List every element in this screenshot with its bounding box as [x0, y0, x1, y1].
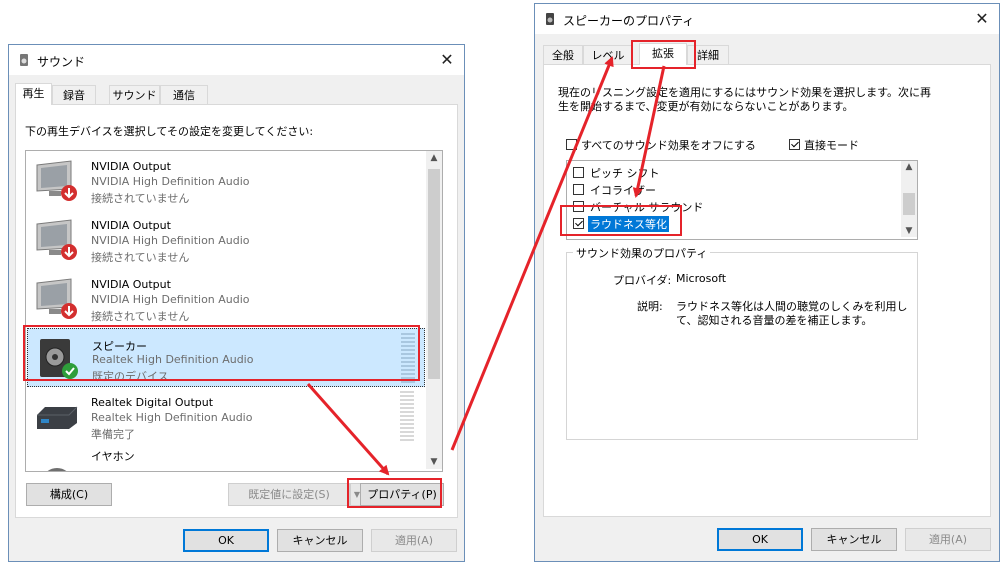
properties-button[interactable]: プロパティ(P) [360, 483, 444, 506]
tab-label: 詳細 [697, 49, 719, 62]
tab-panel: 現在のリスニング設定を適用にするにはサウンド効果を選択します。次に再 生を開始す… [543, 64, 991, 517]
scroll-up-icon[interactable]: ▲ [901, 162, 917, 172]
tab-label: 再生 [22, 87, 45, 100]
scroll-thumb[interactable] [903, 193, 915, 215]
title-bar: サウンド ✕ [9, 45, 464, 75]
scroll-down-icon[interactable]: ▼ [901, 226, 917, 236]
device-status: 接続されていません [91, 310, 190, 323]
provider-label: プロバイダ: [613, 274, 672, 287]
instruction-text: 下の再生デバイスを選択してその設定を変更してください: [25, 125, 314, 138]
configure-button[interactable]: 構成(C) [26, 483, 112, 506]
cancel-button[interactable]: キャンセル [277, 529, 363, 552]
scroll-thumb[interactable] [428, 169, 440, 379]
ok-button[interactable]: OK [183, 529, 269, 552]
device-name: Realtek Digital Output [91, 396, 214, 409]
effects-list[interactable]: ピッチ シフト イコライザー バーチャル サラウンド ラウドネス等化 ▲ ▼ [566, 160, 918, 240]
device-status: 接続されていません [91, 251, 190, 264]
device-driver: Realtek High Definition Audio [92, 353, 254, 366]
apply-button[interactable]: 適用(A) [905, 528, 991, 551]
tab-recording[interactable]: 録音 [52, 85, 96, 104]
tab-bar: 全般 レベル 拡張 詳細 [543, 43, 983, 65]
tab-levels[interactable]: レベル [583, 45, 633, 64]
device-name: イヤホン [91, 450, 135, 463]
effect-label: ピッチ シフト [590, 167, 660, 180]
tab-label: 全般 [552, 49, 574, 62]
provider-value: Microsoft [676, 272, 727, 285]
speaker-title-icon [546, 13, 554, 25]
list-item[interactable]: Realtek Digital Output Realtek High Defi… [27, 387, 425, 446]
effect-checkbox[interactable] [573, 218, 584, 229]
effect-properties-group: サウンド効果のプロパティ プロバイダ: Microsoft 説明: ラウドネス等… [566, 245, 918, 440]
tab-enhancements[interactable]: 拡張 [639, 43, 687, 65]
set-default-button[interactable]: 既定値に設定(S) [228, 483, 350, 506]
ok-button[interactable]: OK [717, 528, 803, 551]
tab-panel: 下の再生デバイスを選択してその設定を変更してください: NVIDIA Outpu… [15, 104, 458, 518]
group-title: サウンド効果のプロパティ [573, 245, 711, 261]
speaker-icon [40, 339, 78, 379]
device-driver: NVIDIA High Definition Audio [91, 175, 250, 188]
list-item-selected[interactable]: スピーカー Realtek High Definition Audio 既定のデ… [27, 328, 425, 387]
device-name: NVIDIA Output [91, 219, 171, 232]
list-item[interactable]: NVIDIA Output NVIDIA High Definition Aud… [27, 151, 425, 210]
tab-sounds[interactable]: サウンド [109, 85, 160, 104]
monitor-icon [36, 219, 77, 260]
device-name: NVIDIA Output [91, 160, 171, 173]
disable-all-checkbox[interactable] [566, 139, 577, 150]
monitor-icon [36, 278, 77, 319]
tab-label: 通信 [173, 89, 195, 102]
volume-meter [401, 333, 415, 383]
device-driver: Realtek High Definition Audio [91, 411, 253, 424]
effect-checkbox[interactable] [573, 184, 584, 195]
device-status: 既定のデバイス [92, 370, 169, 383]
speaker-title-icon [20, 54, 28, 66]
tab-advanced[interactable]: 詳細 [687, 45, 729, 64]
scrollbar[interactable]: ▲ ▼ [901, 161, 917, 237]
window-title: スピーカーのプロパティ [563, 14, 695, 28]
tab-label: 拡張 [652, 47, 674, 60]
speaker-properties-dialog: スピーカーのプロパティ ✕ 全般 レベル 拡張 詳細 現在のリスニング設定を適用… [534, 3, 1000, 562]
scroll-up-icon[interactable]: ▲ [426, 153, 442, 163]
device-name: NVIDIA Output [91, 278, 171, 291]
receiver-icon [37, 406, 78, 429]
device-driver: NVIDIA High Definition Audio [91, 293, 250, 306]
tab-playback[interactable]: 再生 [15, 83, 52, 105]
scrollbar[interactable]: ▲ ▼ [426, 151, 442, 469]
headphone-icon [47, 468, 67, 471]
effect-label: イコライザー [590, 184, 656, 197]
tab-general[interactable]: 全般 [543, 45, 583, 64]
tab-label: 録音 [63, 89, 85, 102]
description-label: 説明: [637, 300, 663, 313]
list-item[interactable]: NVIDIA Output NVIDIA High Definition Aud… [27, 269, 425, 328]
cancel-button[interactable]: キャンセル [811, 528, 897, 551]
effect-label-selected: ラウドネス等化 [588, 216, 669, 232]
device-driver: NVIDIA High Definition Audio [91, 234, 250, 247]
close-button[interactable]: ✕ [965, 4, 999, 34]
title-bar: スピーカーのプロパティ ✕ [535, 4, 999, 34]
tab-label: レベル [591, 49, 625, 62]
effect-checkbox[interactable] [573, 201, 584, 212]
device-list[interactable]: NVIDIA Output NVIDIA High Definition Aud… [25, 150, 443, 472]
effect-checkbox[interactable] [573, 167, 584, 178]
monitor-icon [36, 160, 77, 201]
effect-label: バーチャル サラウンド [590, 201, 704, 214]
effect-description-line-2: て、認知される音量の差を補正します。 [676, 314, 873, 327]
immediate-mode-checkbox[interactable] [789, 139, 800, 150]
tab-label: サウンド [112, 89, 157, 102]
device-status: 接続されていません [91, 192, 190, 205]
volume-meter [400, 391, 414, 441]
sound-dialog: サウンド ✕ 再生 録音 サウンド 通信 下の再生デバイスを選択してその設定を変… [8, 44, 465, 562]
scroll-down-icon[interactable]: ▼ [426, 457, 442, 467]
close-button[interactable]: ✕ [430, 45, 464, 75]
device-name: スピーカー [92, 340, 147, 353]
window-title: サウンド [37, 55, 86, 69]
device-status: 準備完了 [91, 428, 135, 441]
description-line-2: 生を開始するまで、変更が有効にならないことがあります。 [558, 100, 854, 113]
list-item[interactable]: イヤホン [27, 446, 425, 471]
tab-communications[interactable]: 通信 [160, 85, 208, 104]
tab-bar: 再生 録音 サウンド 通信 [15, 83, 455, 105]
disable-all-label: すべてのサウンド効果をオフにする [581, 139, 756, 152]
immediate-mode-label: 直接モード [804, 139, 859, 152]
apply-button[interactable]: 適用(A) [371, 529, 457, 552]
list-item[interactable]: NVIDIA Output NVIDIA High Definition Aud… [27, 210, 425, 269]
